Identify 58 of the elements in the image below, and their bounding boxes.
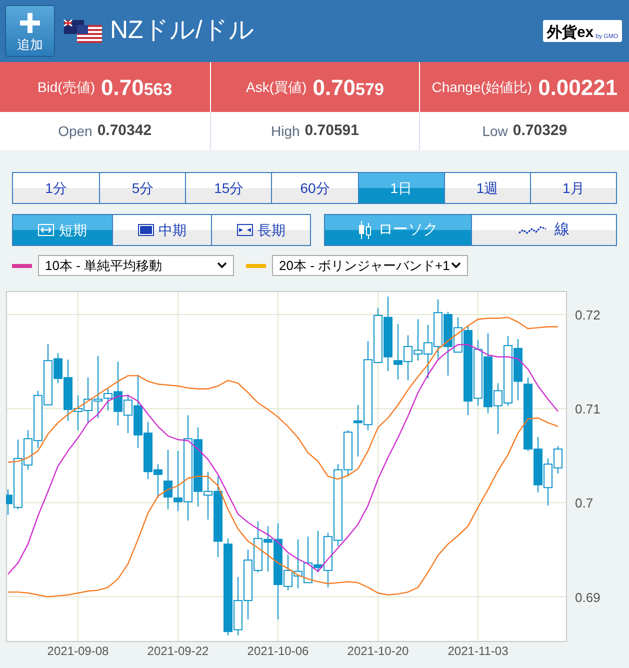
quote-label: Bid(売値) <box>37 78 95 97</box>
axis-label: 2021-10-20 <box>347 644 409 658</box>
chart-style-tab[interactable]: 線 <box>470 215 616 245</box>
axis-label: 2021-11-03 <box>448 644 508 658</box>
price-value: 0.70342 <box>97 121 152 141</box>
quote-label: Change(始値比) <box>432 78 532 97</box>
candlestick <box>474 339 482 406</box>
candlestick <box>394 323 402 380</box>
quote-label: Ask(買値) <box>246 78 307 97</box>
candlestick <box>504 336 512 406</box>
indicator-select[interactable]: 10本 - 単純平均移動 <box>38 255 234 276</box>
stat-label: High <box>270 122 300 141</box>
indicator-select[interactable]: 20本 - ボリンジャーバンド+1 <box>272 255 468 276</box>
collapse-arrows-icon <box>236 224 252 236</box>
price-value: 0.70591 <box>304 121 359 141</box>
range-tab[interactable]: 中期 <box>112 215 211 245</box>
period-tab[interactable]: 15分 <box>185 173 272 203</box>
candlestick <box>294 538 302 589</box>
candlestick <box>314 530 322 573</box>
rectangle-icon <box>138 224 154 236</box>
line-chart-icon <box>518 225 548 235</box>
candlestick <box>514 338 522 401</box>
price-value: 0.70329 <box>512 121 568 141</box>
expand-arrows-icon <box>38 224 54 236</box>
window-title: NZドル/ドル <box>110 15 254 46</box>
candlestick <box>304 536 312 584</box>
period-tab[interactable]: 1週 <box>444 173 530 203</box>
candlestick <box>424 324 432 379</box>
candlestick <box>84 377 92 424</box>
axis-label: 0.7 <box>575 496 594 511</box>
plus-icon <box>19 12 41 34</box>
range-tab[interactable]: 長期 <box>211 215 310 245</box>
period-tab[interactable]: 5分 <box>99 173 186 203</box>
flags-icon <box>63 17 103 45</box>
price-value: 0.00221 <box>538 74 618 102</box>
axis-label: 2021-09-08 <box>47 644 109 658</box>
stat-label: Open <box>58 122 92 141</box>
axis-label: 0.71 <box>575 402 600 417</box>
price-value: 0.70579 <box>312 74 384 102</box>
chevron-down-icon <box>217 262 227 269</box>
axis-label: 0.69 <box>575 590 600 605</box>
price-value: 0.70563 <box>101 74 172 102</box>
candlestick <box>434 298 442 360</box>
axis-label: 2021-09-22 <box>147 644 209 658</box>
candlestick <box>404 334 412 381</box>
candlestick-icon <box>358 221 372 239</box>
chevron-down-icon <box>451 262 461 269</box>
period-tab[interactable]: 60分 <box>271 173 358 203</box>
add-button[interactable]: 追加 <box>5 5 55 57</box>
period-tab[interactable]: 1分 <box>13 173 100 203</box>
candlestick <box>414 318 422 362</box>
candlestick <box>244 549 252 620</box>
candlestick <box>534 436 542 493</box>
axis-label: 2021-10-06 <box>247 644 309 658</box>
axis-label: 0.72 <box>575 308 600 323</box>
candlestick <box>254 521 262 573</box>
period-tab[interactable]: 1月 <box>530 173 616 203</box>
stat-label: Low <box>482 122 508 140</box>
